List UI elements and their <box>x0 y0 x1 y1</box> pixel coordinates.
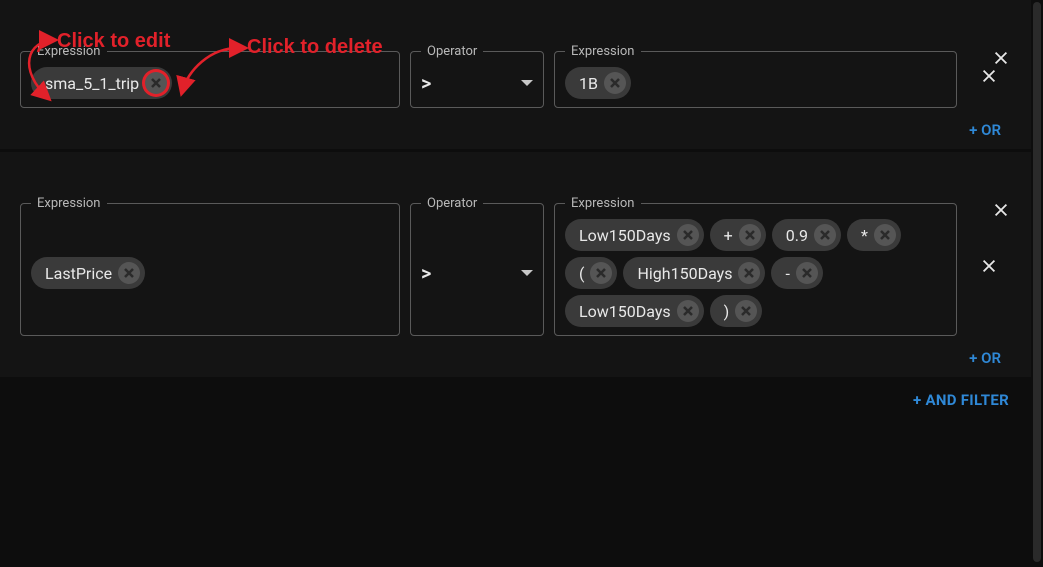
operator-select[interactable]: Operator > <box>410 196 544 336</box>
field-label: Expression <box>31 44 107 59</box>
close-icon[interactable] <box>590 262 612 284</box>
expression-chip[interactable]: LastPrice <box>31 257 145 289</box>
operator-select[interactable]: Operator > <box>410 44 544 108</box>
add-or-button[interactable]: + OR <box>969 349 1001 367</box>
chip-label: sma_5_1_trip <box>45 74 139 93</box>
add-and-filter-button[interactable]: + AND FILTER <box>913 391 1009 409</box>
chip-label: - <box>785 264 789 283</box>
expression-chip[interactable]: Low150Days <box>565 295 704 327</box>
close-icon[interactable] <box>735 300 757 322</box>
close-icon[interactable] <box>604 72 626 94</box>
operator-value: > <box>421 71 431 95</box>
expression-chip[interactable]: ( <box>565 257 617 289</box>
left-expression-field[interactable]: Expression sma_5_1_trip <box>20 44 400 108</box>
expression-chip[interactable]: + <box>710 219 766 251</box>
close-icon[interactable] <box>739 224 761 246</box>
remove-group-button[interactable] <box>987 44 1015 72</box>
condition-row: Expression sma_5_1_trip Operator > <box>20 44 1011 108</box>
right-expression-field[interactable]: Expression 1B <box>554 44 957 108</box>
field-label: Operator <box>421 44 483 59</box>
expression-chip[interactable]: - <box>771 257 822 289</box>
close-icon[interactable] <box>677 224 699 246</box>
close-icon[interactable] <box>874 224 896 246</box>
add-or-button[interactable]: + OR <box>969 121 1001 139</box>
expression-chip[interactable]: 1B <box>565 67 631 99</box>
chip-label: Low150Days <box>579 226 671 245</box>
close-icon[interactable] <box>677 300 699 322</box>
condition-row: Expression LastPrice Operator > <box>20 196 1011 336</box>
chip-label: Low150Days <box>579 302 671 321</box>
close-icon[interactable] <box>796 262 818 284</box>
chevron-down-icon <box>521 270 533 276</box>
chip-label: 1B <box>579 74 598 93</box>
expression-chip[interactable]: ) <box>710 295 763 327</box>
remove-group-button[interactable] <box>987 196 1015 224</box>
chip-label: ( <box>579 264 584 283</box>
field-label: Expression <box>565 196 641 211</box>
chip-label: 0.9 <box>786 226 808 245</box>
field-label: Expression <box>31 196 107 211</box>
chip-label: + <box>724 226 733 245</box>
chip-label: LastPrice <box>45 264 112 283</box>
filter-group: Expression LastPrice Operator > <box>0 152 1031 377</box>
close-icon[interactable] <box>814 224 836 246</box>
filter-group: Expression sma_5_1_trip Operator > <box>0 0 1031 149</box>
left-expression-field[interactable]: Expression LastPrice <box>20 196 400 336</box>
close-icon[interactable] <box>145 72 167 94</box>
field-label: Operator <box>421 196 483 211</box>
operator-value: > <box>421 261 431 285</box>
close-icon[interactable] <box>738 262 760 284</box>
chip-label: * <box>861 226 868 245</box>
expression-chip[interactable]: sma_5_1_trip <box>31 67 172 99</box>
expression-chip[interactable]: 0.9 <box>772 219 841 251</box>
field-label: Expression <box>565 44 641 59</box>
expression-chip[interactable]: Low150Days <box>565 219 704 251</box>
chip-label: ) <box>724 302 730 321</box>
chevron-down-icon <box>521 80 533 86</box>
expression-chip[interactable]: * <box>847 219 901 251</box>
expression-chip[interactable]: High150Days <box>623 257 765 289</box>
close-icon[interactable] <box>118 262 140 284</box>
right-expression-field[interactable]: Expression Low150Days + 0.9 * ( High150D… <box>554 196 957 336</box>
scrollbar[interactable] <box>1033 2 1041 562</box>
chip-label: High150Days <box>637 264 732 283</box>
